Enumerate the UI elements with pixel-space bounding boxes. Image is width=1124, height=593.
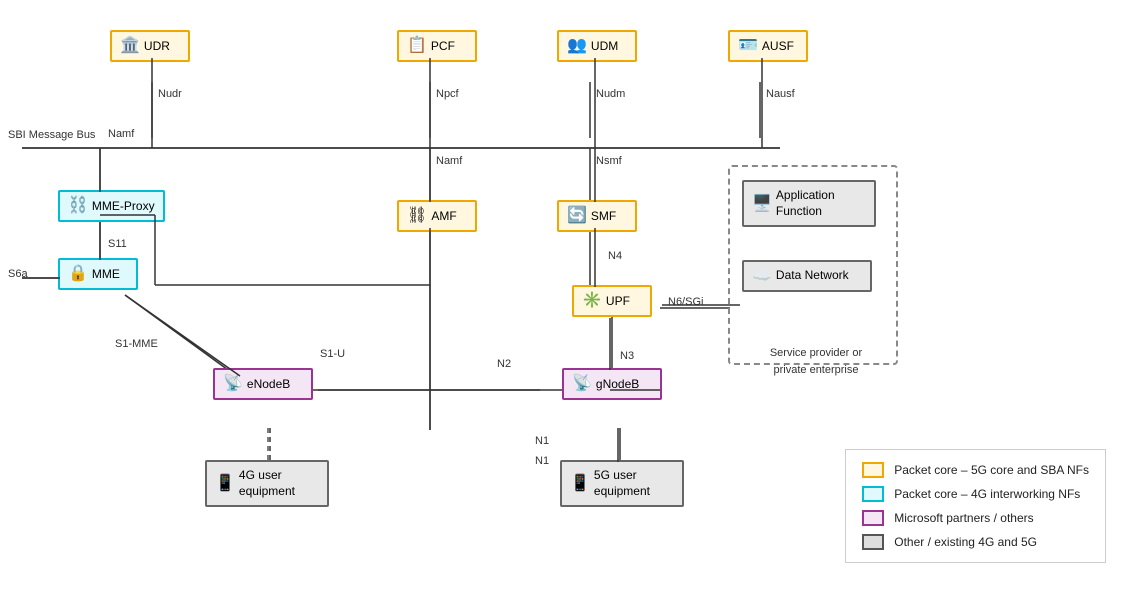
enodeb-label: eNodeB	[247, 377, 290, 391]
n4-label: N4	[608, 250, 622, 262]
gnodeb-node: 📡 gNodeB	[562, 368, 662, 400]
smf-label: SMF	[591, 209, 616, 223]
n1-top-label: N1	[535, 435, 549, 447]
udm-node: 👥 UDM	[557, 30, 637, 62]
n2-label: N2	[497, 358, 511, 370]
nudr-label: Nudr	[158, 88, 182, 100]
udr-icon: 🏛️	[120, 38, 140, 54]
gnodeb-label: gNodeB	[596, 377, 639, 391]
s1mme-label: S1-MME	[115, 338, 158, 350]
nausf-label: Nausf	[766, 88, 795, 100]
legend-box-gray	[862, 534, 884, 550]
legend-box-purple	[862, 510, 884, 526]
legend-box-yellow	[862, 462, 884, 478]
upf-node: ✳️ UPF	[572, 285, 652, 317]
dn-label: Data Network	[776, 268, 849, 284]
pcf-icon: 📋	[407, 38, 427, 54]
nsmf-label: Nsmf	[596, 155, 622, 167]
amf-label: AMF	[431, 209, 456, 223]
legend-text-cyan: Packet core – 4G interworking NFs	[894, 487, 1080, 501]
ausf-node: 🪪 AUSF	[728, 30, 808, 62]
amf-node: ⛓ AMF	[397, 200, 477, 232]
legend-text-gray: Other / existing 4G and 5G	[894, 535, 1037, 549]
npcf-label: Npcf	[436, 88, 459, 100]
af-label: Application Function	[776, 188, 866, 219]
enodeb-node: 📡 eNodeB	[213, 368, 313, 400]
legend-item-gray: Other / existing 4G and 5G	[862, 534, 1089, 550]
udr-node: 🏛️ UDR	[110, 30, 190, 62]
upf-label: UPF	[606, 294, 630, 308]
udr-label: UDR	[144, 39, 170, 53]
mme-label: MME	[92, 267, 120, 281]
n6sgi-label: N6/SGi	[668, 296, 703, 308]
nudm-label: Nudm	[596, 88, 625, 100]
dn-icon: ☁️	[752, 268, 772, 284]
s6a-label: S6a	[8, 268, 28, 280]
legend: Packet core – 5G core and SBA NFs Packet…	[845, 449, 1106, 563]
ue5g-label: 5G user equipment	[594, 468, 674, 499]
s1u-label: S1-U	[320, 348, 345, 360]
smf-icon: 🔄	[567, 208, 587, 224]
enodeb-icon: 📡	[223, 376, 243, 392]
namf-left-label: Namf	[108, 128, 134, 140]
af-node: 🖥️ Application Function	[742, 180, 876, 227]
amf-icon: ⛓	[407, 208, 427, 224]
legend-text-yellow: Packet core – 5G core and SBA NFs	[894, 463, 1089, 477]
namf-amf-label: Namf	[436, 155, 462, 167]
legend-text-purple: Microsoft partners / others	[894, 511, 1033, 525]
pcf-label: PCF	[431, 39, 455, 53]
n1-bot-label: N1	[535, 455, 549, 467]
udm-label: UDM	[591, 39, 618, 53]
af-icon: 🖥️	[752, 196, 772, 212]
legend-item-purple: Microsoft partners / others	[862, 510, 1089, 526]
ue4g-icon: 📱	[215, 476, 235, 492]
udm-icon: 👥	[567, 38, 587, 54]
smf-node: 🔄 SMF	[557, 200, 637, 232]
mme-proxy-icon: ⛓️	[68, 198, 88, 214]
mme-proxy-label: MME-Proxy	[92, 199, 155, 213]
legend-box-cyan	[862, 486, 884, 502]
n3-label: N3	[620, 350, 634, 362]
mme-node: 🔒 MME	[58, 258, 138, 290]
gnodeb-icon: 📡	[572, 376, 592, 392]
ue5g-icon: 📱	[570, 476, 590, 492]
mme-proxy-node: ⛓️ MME-Proxy	[58, 190, 165, 222]
s11-label: S11	[108, 238, 127, 250]
legend-item-yellow: Packet core – 5G core and SBA NFs	[862, 462, 1089, 478]
diagram: 🏛️ UDR 📋 PCF 👥 UDM 🪪 AUSF Nudr Npcf Nudm…	[0, 0, 1124, 593]
mme-icon: 🔒	[68, 266, 88, 282]
ue4g-label: 4G user equipment	[239, 468, 319, 499]
ue4g-node: 📱 4G user equipment	[205, 460, 329, 507]
ue5g-node: 📱 5G user equipment	[560, 460, 684, 507]
pcf-node: 📋 PCF	[397, 30, 477, 62]
upf-icon: ✳️	[582, 293, 602, 309]
ausf-label: AUSF	[762, 39, 794, 53]
service-provider-label: Service provider orprivate enterprise	[742, 345, 890, 378]
dn-node: ☁️ Data Network	[742, 260, 872, 292]
ausf-icon: 🪪	[738, 38, 758, 54]
sbi-label: SBI Message Bus	[8, 128, 95, 143]
legend-item-cyan: Packet core – 4G interworking NFs	[862, 486, 1089, 502]
